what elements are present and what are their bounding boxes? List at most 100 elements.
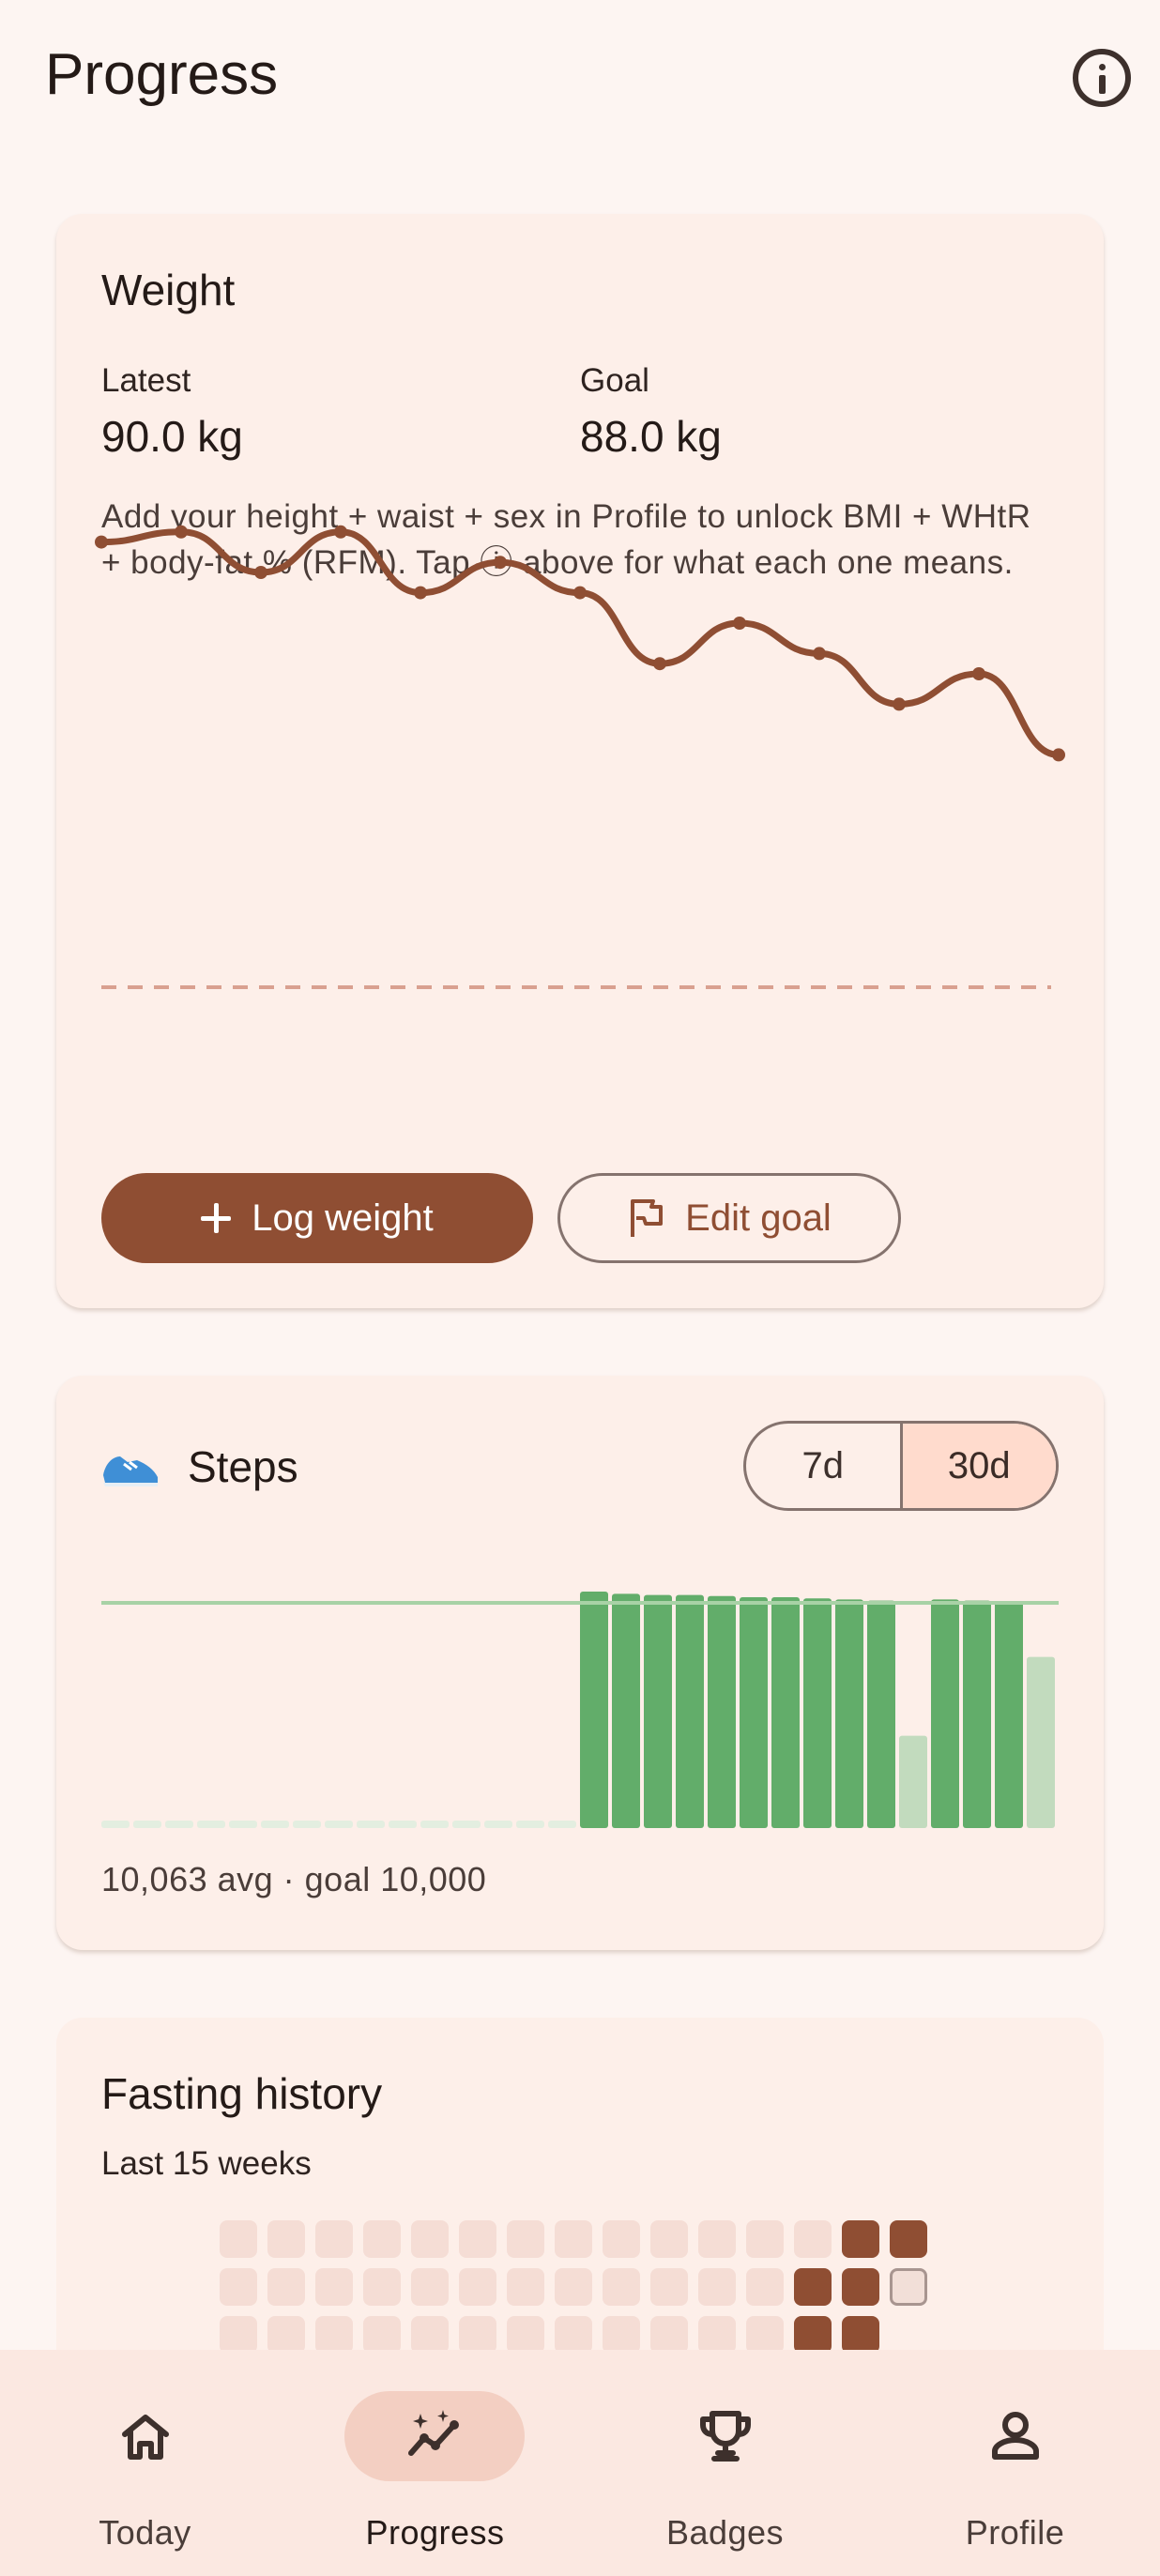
- steps-bar: [1027, 1656, 1055, 1828]
- steps-bar: [995, 1601, 1023, 1828]
- fasting-day-cell: [842, 2220, 879, 2258]
- bottom-navigation: Today Progress Badges Profile: [0, 2350, 1160, 2576]
- top-app-bar: Progress: [0, 0, 1160, 160]
- fasting-day-cell: [890, 2268, 927, 2306]
- fasting-day-cell: [363, 2220, 401, 2258]
- fasting-day-cell: [220, 2268, 257, 2306]
- steps-bar: [229, 1821, 257, 1828]
- weight-point: [175, 525, 188, 539]
- fasting-day-cell: [411, 2220, 449, 2258]
- log-weight-label: Log weight: [252, 1197, 434, 1239]
- fasting-day-cell: [650, 2220, 688, 2258]
- fasting-day-cell: [363, 2268, 401, 2306]
- steps-bar: [867, 1600, 895, 1828]
- nav-label-today: Today: [99, 2513, 191, 2552]
- weight-point: [334, 525, 347, 539]
- edit-goal-button[interactable]: Edit goal: [557, 1173, 901, 1263]
- weight-point: [893, 697, 906, 711]
- fasting-card-title: Fasting history: [101, 2069, 383, 2118]
- plus-icon: [201, 1203, 232, 1233]
- fasting-day-cell: [555, 2220, 592, 2258]
- steps-bars: [101, 1592, 1055, 1828]
- edit-goal-label: Edit goal: [685, 1197, 832, 1239]
- fasting-day-cell: [411, 2268, 449, 2306]
- steps-bar: [357, 1821, 385, 1828]
- fasting-day-cell: [842, 2316, 879, 2354]
- steps-bar: [963, 1600, 991, 1828]
- weight-point: [813, 647, 826, 661]
- fasting-day-cell: [890, 2220, 927, 2258]
- steps-bar: [516, 1821, 544, 1828]
- steps-bar: [931, 1599, 959, 1828]
- home-icon: [122, 2415, 169, 2460]
- fasting-day-cell: [315, 2268, 353, 2306]
- steps-bar: [771, 1597, 800, 1828]
- nav-item-today[interactable]: Today: [0, 2350, 290, 2576]
- steps-bar: [676, 1594, 704, 1828]
- fasting-day-cell: [459, 2268, 496, 2306]
- steps-bar: [612, 1593, 640, 1828]
- fasting-day-cell: [603, 2316, 640, 2354]
- steps-bar: [325, 1821, 353, 1828]
- steps-bar: [165, 1821, 193, 1828]
- nav-item-badges[interactable]: Badges: [580, 2350, 870, 2576]
- fasting-subtitle: Last 15 weeks: [101, 2145, 312, 2182]
- fasting-day-cell: [267, 2220, 305, 2258]
- steps-summary: 10,063 avg · goal 10,000: [101, 1860, 487, 1898]
- fasting-day-cell: [267, 2268, 305, 2306]
- weight-point: [972, 667, 985, 680]
- weight-points: [95, 525, 1065, 762]
- fasting-day-cell: [220, 2316, 257, 2354]
- fasting-day-cell: [315, 2316, 353, 2354]
- fasting-day-cell: [794, 2316, 832, 2354]
- weight-point: [414, 586, 427, 600]
- fasting-day-cell: [698, 2316, 736, 2354]
- fasting-day-cell: [794, 2220, 832, 2258]
- page-title: Progress: [45, 42, 279, 107]
- steps-card: Steps 7d 30d 10,063 avg · goal 10,000: [56, 1376, 1104, 1950]
- trophy-icon: [700, 2411, 751, 2462]
- fasting-day-cell: [459, 2316, 496, 2354]
- info-icon[interactable]: [1073, 49, 1131, 107]
- steps-bar: [740, 1597, 768, 1828]
- nav-item-profile[interactable]: Profile: [870, 2350, 1160, 2576]
- weight-point: [254, 566, 267, 579]
- steps-bar: [899, 1735, 927, 1828]
- weight-card: Weight Latest 90.0 kg Goal 88.0 kg Add y…: [56, 214, 1104, 1308]
- fasting-day-cell: [603, 2220, 640, 2258]
- nav-label-profile: Profile: [965, 2513, 1065, 2552]
- steps-bar: [835, 1599, 863, 1828]
- fasting-day-cell: [698, 2220, 736, 2258]
- fasting-day-cell: [794, 2268, 832, 2306]
- weight-point: [733, 617, 746, 630]
- fasting-day-cell: [507, 2268, 544, 2306]
- weight-point: [494, 556, 507, 570]
- fasting-day-cell: [603, 2268, 640, 2306]
- fasting-day-cell: [746, 2316, 784, 2354]
- fasting-day-cell: [746, 2220, 784, 2258]
- fasting-day-cell: [746, 2268, 784, 2306]
- person-icon: [992, 2412, 1039, 2460]
- steps-bar: [803, 1598, 832, 1828]
- steps-bar: [133, 1821, 161, 1828]
- log-weight-button[interactable]: Log weight: [101, 1173, 533, 1263]
- steps-bar: [101, 1821, 130, 1828]
- fasting-day-cell: [459, 2220, 496, 2258]
- steps-bar: [548, 1821, 576, 1828]
- nav-item-progress[interactable]: Progress: [290, 2350, 580, 2576]
- steps-bar: [261, 1821, 289, 1828]
- weight-point: [1052, 748, 1065, 762]
- steps-bar: [644, 1594, 672, 1828]
- steps-bar: [197, 1821, 225, 1828]
- steps-bar: [580, 1592, 608, 1828]
- fasting-day-cell: [555, 2268, 592, 2306]
- fasting-day-cell: [267, 2316, 305, 2354]
- flag-icon: [631, 1199, 664, 1237]
- fasting-day-cell: [650, 2268, 688, 2306]
- nav-label-progress: Progress: [365, 2513, 505, 2552]
- fasting-day-cell: [315, 2220, 353, 2258]
- steps-bar: [708, 1595, 736, 1828]
- fasting-day-cell: [842, 2268, 879, 2306]
- steps-bar: [420, 1821, 449, 1828]
- fasting-day-cell: [363, 2316, 401, 2354]
